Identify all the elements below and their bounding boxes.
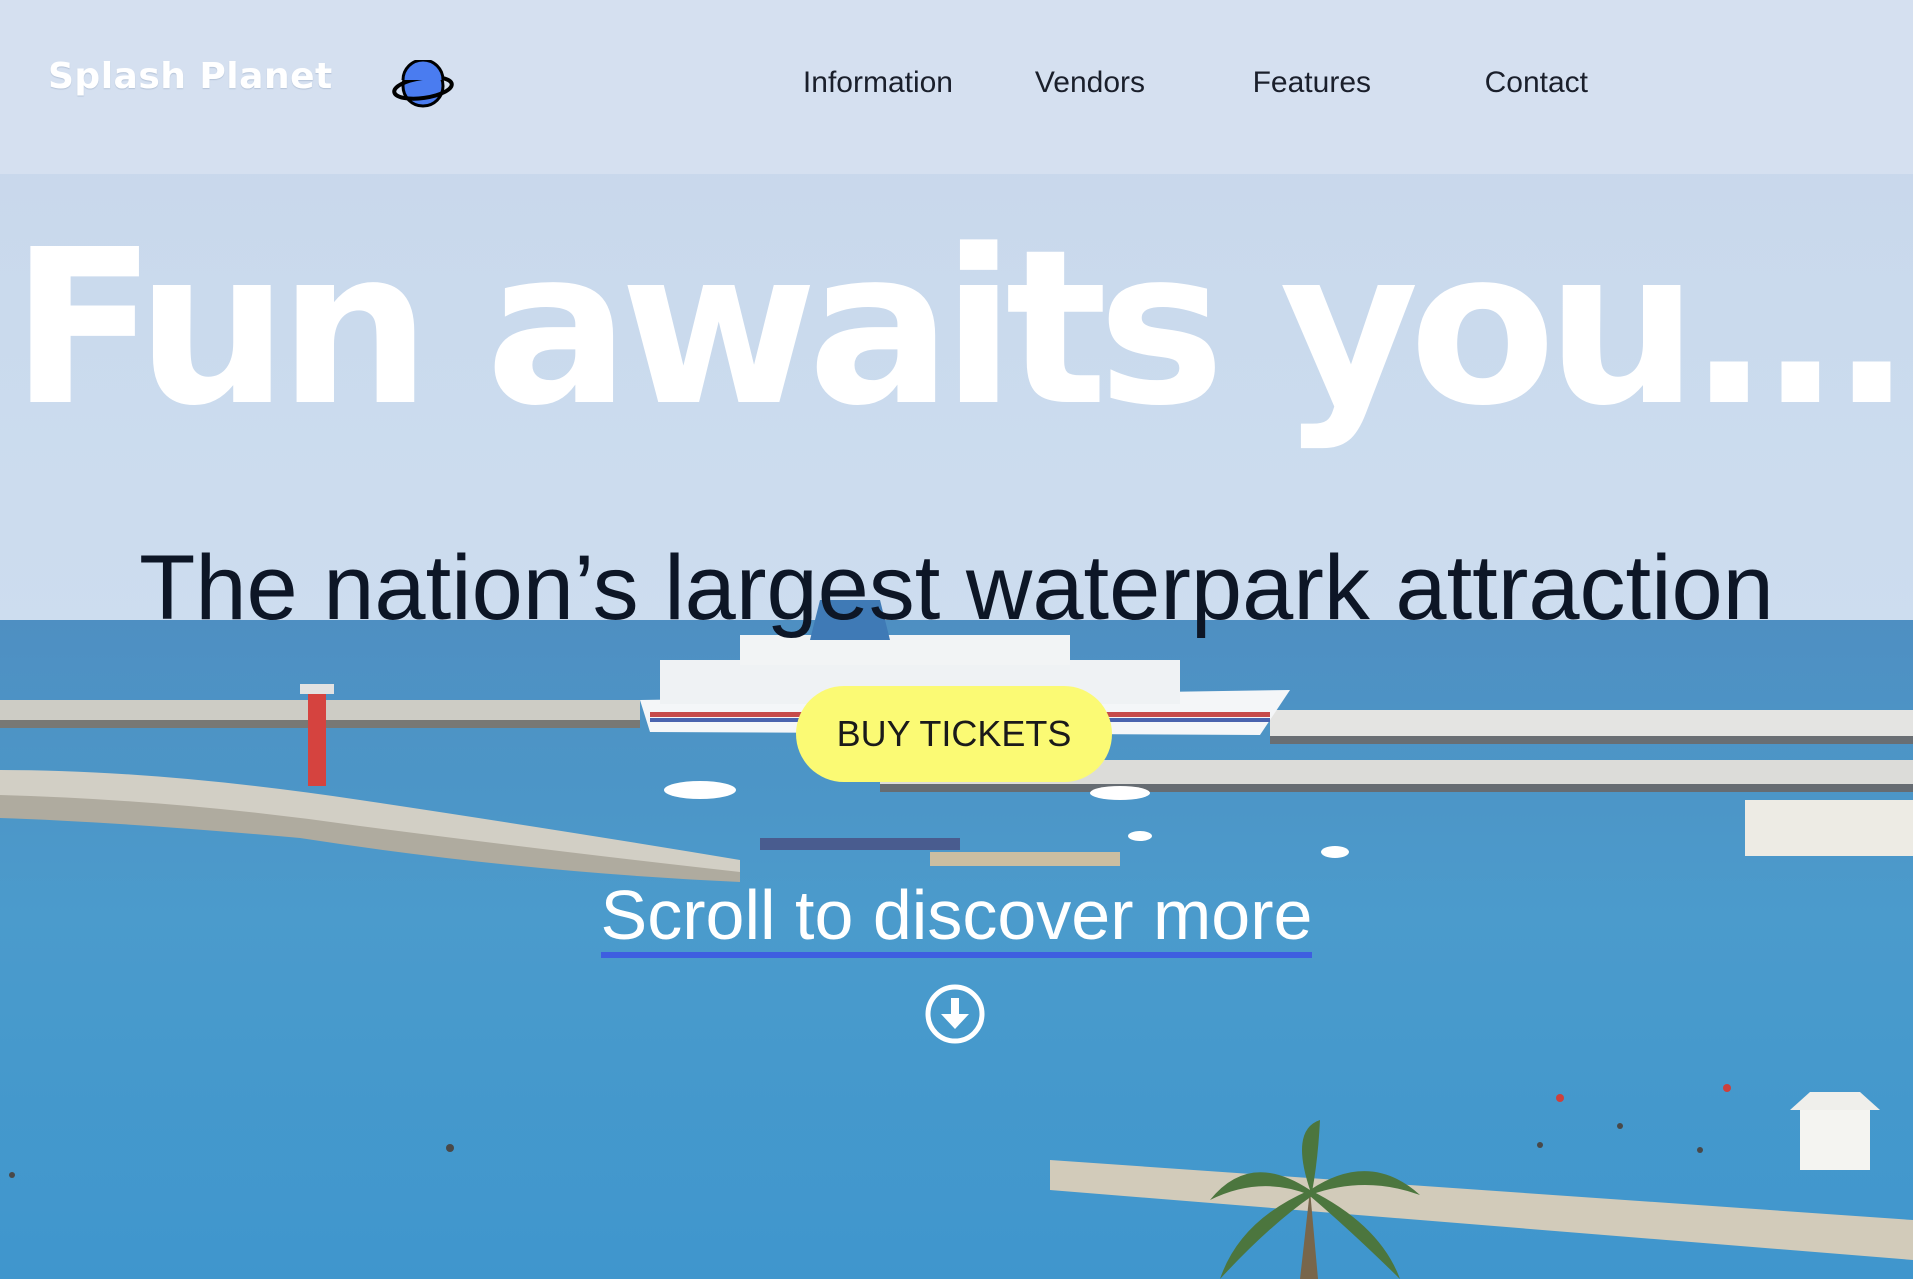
nav-item-contact[interactable]: Contact	[1485, 66, 1588, 100]
hero-title: Fun awaits you...	[10, 204, 1913, 453]
scroll-to-discover-link[interactable]: Scroll to discover more	[600, 880, 1313, 958]
logo-text[interactable]: Splash Planet	[48, 56, 333, 97]
arrow-down-circle-icon[interactable]	[923, 982, 987, 1046]
nav-item-features[interactable]: Features	[1253, 66, 1371, 100]
landing-page: Splash Planet Information Vendors Featur…	[0, 0, 1913, 1279]
buy-tickets-button[interactable]: BUY TICKETS	[796, 686, 1112, 782]
nav-item-information[interactable]: Information	[803, 66, 953, 100]
planet-icon[interactable]	[392, 60, 454, 112]
scroll-link-container: Scroll to discover more	[0, 880, 1913, 958]
nav-item-vendors[interactable]: Vendors	[1035, 66, 1145, 100]
site-header: Splash Planet Information Vendors Featur…	[0, 0, 1913, 174]
hero-background-image	[0, 0, 1913, 1279]
hero-subtitle: The nation’s largest waterpark attractio…	[139, 537, 1774, 639]
